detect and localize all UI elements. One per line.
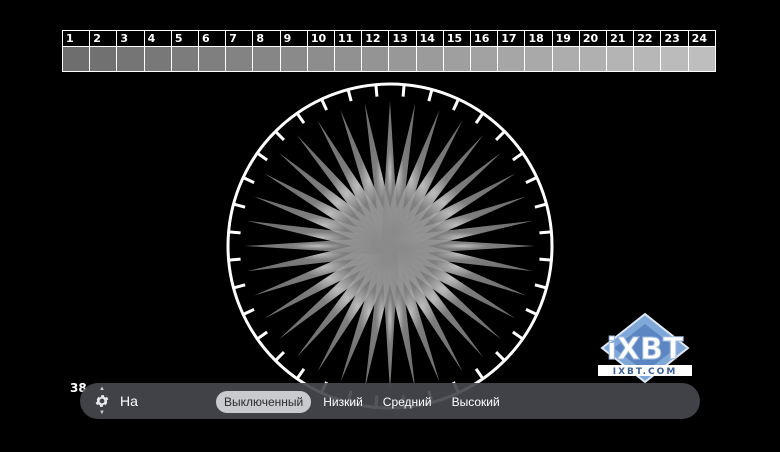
- circle-tick: [233, 283, 246, 290]
- circle-tick: [427, 89, 434, 102]
- circle-tick: [242, 308, 255, 316]
- chevron-up-icon[interactable]: ▲: [99, 386, 105, 392]
- setting-current-value: На: [120, 393, 138, 409]
- ixbt-logo: iXBT IXBT.COM: [598, 312, 692, 384]
- circle-tick: [274, 351, 285, 362]
- circle-tick: [495, 351, 506, 362]
- circle-tick: [346, 89, 353, 102]
- circle-tick: [474, 368, 485, 380]
- setting-selector[interactable]: ▲ ▼: [86, 385, 118, 417]
- circle-tick: [534, 283, 547, 290]
- setting-option[interactable]: Низкий: [315, 391, 371, 413]
- circle-tick: [539, 257, 552, 262]
- circle-tick: [228, 257, 241, 262]
- circle-tick: [242, 176, 255, 184]
- circle-tick: [539, 230, 552, 235]
- circle-tick: [320, 98, 328, 111]
- circle-tick: [512, 330, 524, 341]
- setting-option[interactable]: Выключенный: [216, 391, 312, 413]
- test-pattern-screen: 1 2 3 4 5 6 7 8 9 10 11 12 13 14 15 16 17 18 19 20 21 22 23 24 …: [0, 0, 780, 452]
- circle-tick: [374, 84, 379, 97]
- circle-tick: [256, 151, 268, 162]
- setting-option[interactable]: Высокий: [444, 391, 508, 413]
- logo-text: iXBT: [607, 332, 684, 367]
- setting-options: Выключенный Низкий Средний Высокий: [216, 391, 508, 413]
- circle-tick: [274, 130, 285, 141]
- circle-tick: [474, 112, 485, 124]
- circle-tick: [256, 330, 268, 341]
- circle-tick: [452, 98, 460, 111]
- gear-icon: [95, 395, 109, 407]
- circle-tick: [228, 230, 241, 235]
- circle-tick: [401, 84, 406, 97]
- circle-tick: [295, 112, 306, 124]
- circle-tick: [233, 202, 246, 209]
- circle-tick: [295, 368, 306, 380]
- circle-tick: [525, 308, 538, 316]
- picture-setting-bar[interactable]: ▲ ▼ На Выключенный Низкий Средний Высокий: [80, 383, 700, 419]
- circle-tick: [495, 130, 506, 141]
- setting-option[interactable]: Средний: [375, 391, 440, 413]
- circle-tick: [534, 202, 547, 209]
- circle-tick: [512, 151, 524, 162]
- chevron-down-icon[interactable]: ▼: [99, 410, 105, 416]
- logo-url-text: IXBT.COM: [613, 367, 678, 377]
- circle-tick: [525, 176, 538, 184]
